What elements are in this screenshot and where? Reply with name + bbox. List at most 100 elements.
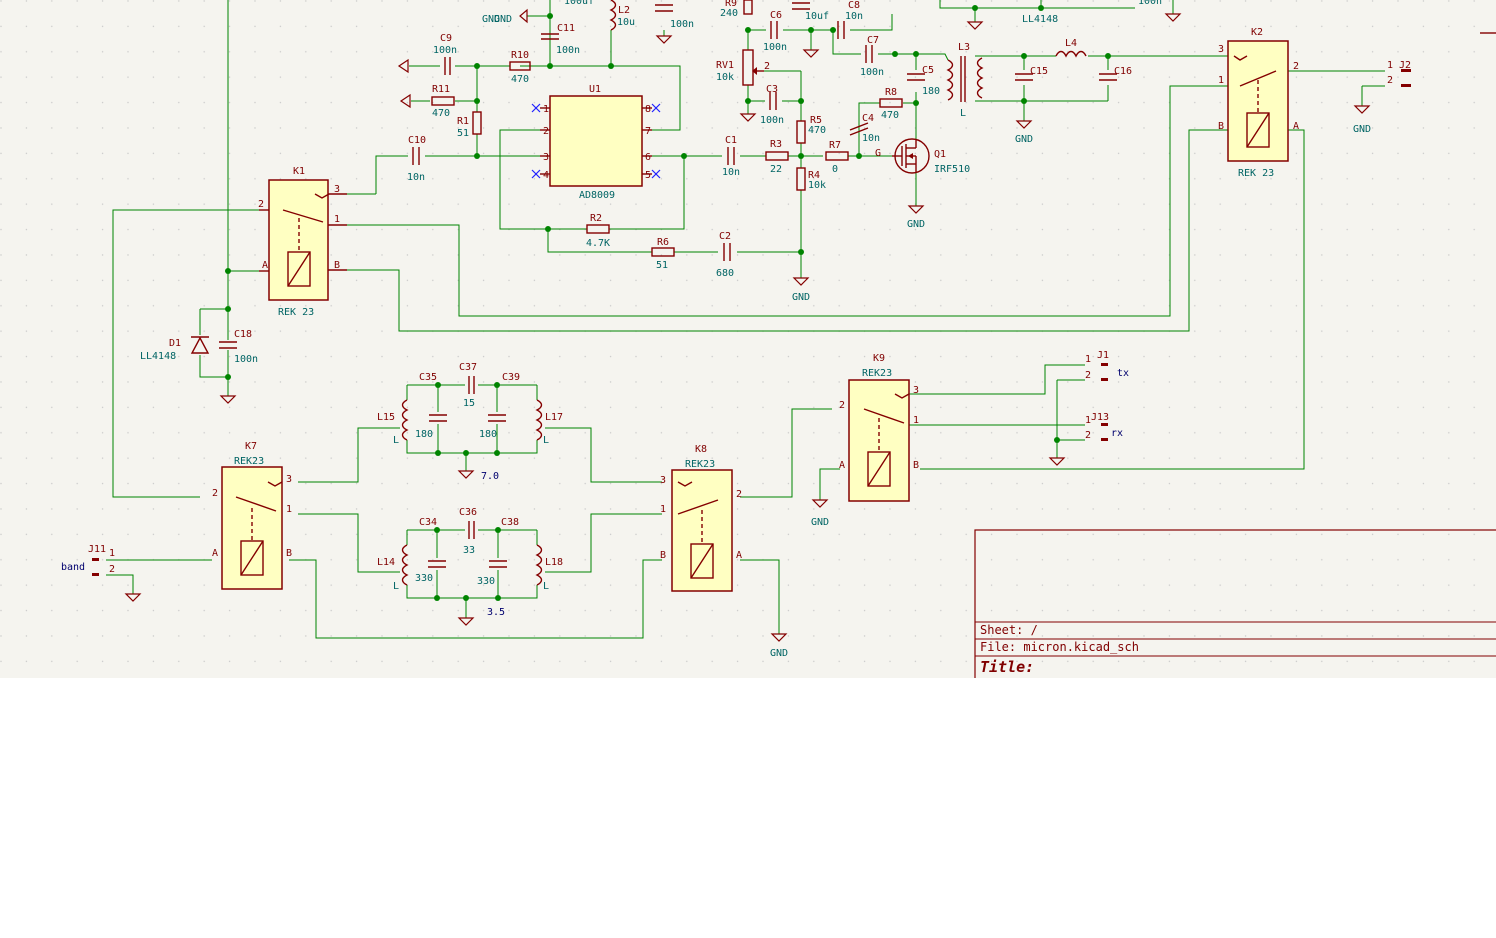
r3-ref: R3 [770,139,782,150]
relay-k7-symbol [221,466,283,590]
u1-pin-3: 4 [543,170,549,181]
j11-pin-1: 1 [109,548,115,559]
l18-value: L [543,581,549,592]
r9-value: 240 [720,8,738,19]
q1-gate-pin: G [875,148,881,159]
c8-value: 10n [845,11,863,22]
relay-pin-a: A [839,460,845,471]
c4-value: 10n [862,133,880,144]
j11-pin-2: 2 [109,564,115,575]
j11-ref: J11 [88,544,106,555]
u1-pin-5: 6 [645,152,651,163]
u1-pin-4: 5 [645,170,651,181]
gnd-label: GND [907,219,925,230]
j2-ref: J2 [1399,60,1411,71]
partial-value-100n-right: 100n [1138,0,1162,7]
u1-pin-1: 2 [543,126,549,137]
relay-pin-p3: 3 [286,474,292,485]
c7-ref: C7 [867,35,879,46]
d1-value: LL4148 [140,351,176,362]
relay-pin-p1: 1 [913,415,919,426]
l3-value: L [960,108,966,119]
r8-value: 470 [881,110,899,121]
l15-value: L [393,435,399,446]
u1-pin-7: 8 [645,104,651,115]
d1-ref: D1 [169,338,181,349]
j1-ref: J1 [1097,350,1109,361]
r2-ref: R2 [590,213,602,224]
r7-ref: R7 [829,140,841,151]
k8-ref: K8 [695,444,707,455]
c3-ref: C3 [766,84,778,95]
r7-value: 0 [832,164,838,175]
c34-value: 330 [415,573,433,584]
j2-pin-2: 2 [1387,75,1393,86]
k9-ref: K9 [873,353,885,364]
rv1-pin: 2 [764,61,770,72]
c37-ref: C37 [459,362,477,373]
relay-k2-symbol [1227,40,1289,162]
c5-value: 180 [922,86,940,97]
c11-value: 100n [556,45,580,56]
relay-k8-symbol [671,469,733,592]
k7-ref: K7 [245,441,257,452]
c6-value: 100n [763,42,787,53]
schematic-canvas[interactable]: GND GND GND GND GND GND GND GND U1 AD8009 1 2 3 4 8 7 6 5… [0,0,1496,678]
k1-ref: K1 [293,166,305,177]
c15-ref: C15 [1030,66,1048,77]
k1-value: REK 23 [278,307,314,318]
sheet-file: File: micron.kicad_sch [980,640,1139,654]
c18-ref: C18 [234,329,252,340]
c16-ref: C16 [1114,66,1132,77]
relay-pin-p1: 1 [1218,75,1224,86]
c10-value: 10n [407,172,425,183]
gnd-label: GND [792,292,810,303]
c7-value: 100n [860,67,884,78]
relay-pin-a: A [1293,121,1299,132]
k9-value: REK23 [862,368,892,379]
j13-label: rx [1111,428,1123,439]
sheet-name: Sheet: / [980,623,1038,637]
k8-value: REK23 [685,459,715,470]
c18-value: 100n [234,354,258,365]
gnd-label: GND [1353,124,1371,135]
gnd-label: GND [1015,134,1033,145]
j13-ref: J13 [1091,412,1109,423]
c1-value: 10n [722,167,740,178]
c37-value: 15 [463,398,475,409]
relay-pin-p2: 2 [212,488,218,499]
c9-ref: C9 [440,33,452,44]
relay-pin-p3: 3 [660,475,666,486]
relay-pin-p2: 2 [1293,61,1299,72]
u1-ref: U1 [589,84,601,95]
c9-value: 100n [433,45,457,56]
relay-pin-a: A [212,548,218,559]
c39-value: 180 [479,429,497,440]
relay-pin-p2: 2 [839,400,845,411]
c2-ref: C2 [719,231,731,242]
r2-value: 4.7K [586,238,610,249]
relay-pin-p1: 1 [660,504,666,515]
relay-k9-symbol [848,379,910,502]
c34-ref: C34 [419,517,437,528]
l3-ref: L3 [958,42,970,53]
u1-body [549,95,643,187]
c11-ref: C11 [557,23,575,34]
c38-value: 330 [477,576,495,587]
r11-ref: R11 [432,84,450,95]
sheet-title: Title: [980,658,1034,676]
rv1-value: 10k [716,72,734,83]
l14-ref: L14 [377,557,395,568]
relay-pin-p3: 3 [1218,44,1224,55]
r1-value: 51 [457,128,469,139]
l2-value: 10u [617,17,635,28]
c8-ref: C8 [848,0,860,11]
c38-ref: C38 [501,517,519,528]
j1-pin-1: 1 [1085,354,1091,365]
j1-pin-2: 2 [1085,370,1091,381]
r5-value: 470 [808,125,826,136]
r10-value: 470 [511,74,529,85]
l14-value: L [393,581,399,592]
relay-pin-b: B [286,548,292,559]
gnd-label: GND [770,648,788,659]
